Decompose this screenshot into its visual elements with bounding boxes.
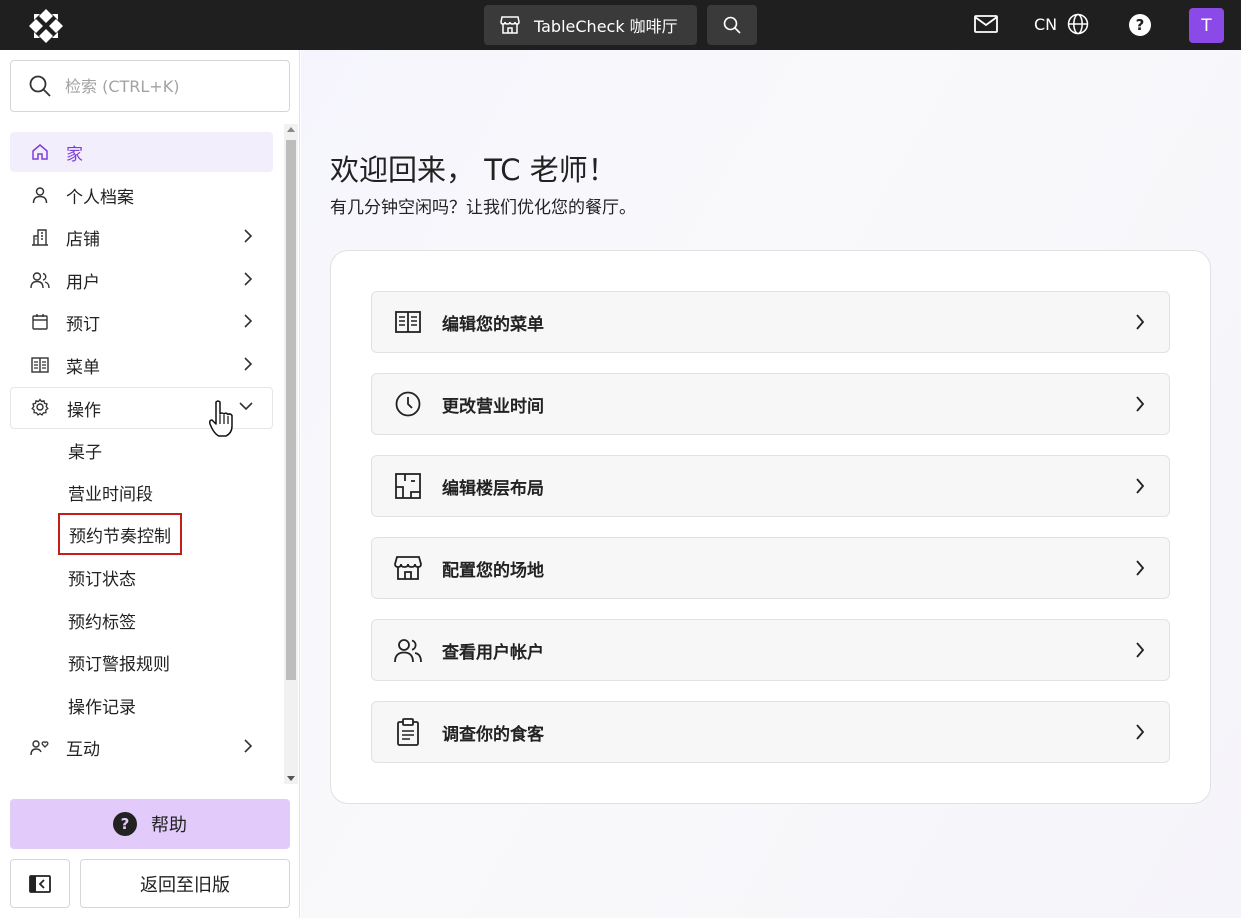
sidebar-item-label: 用户: [66, 272, 100, 293]
scroll-up-arrow-icon[interactable]: [287, 127, 295, 132]
clipboard-icon: [394, 718, 422, 746]
search-icon: [723, 16, 741, 34]
venue-name: TableCheck 咖啡厅: [534, 17, 678, 36]
sidebar-subitem-service-hours[interactable]: 营业时间段: [68, 477, 153, 507]
chevron-right-icon: [1136, 314, 1145, 330]
chevron-right-icon: [244, 739, 253, 753]
clock-icon: [394, 390, 422, 418]
sidebar-item-label: 家: [66, 144, 83, 165]
home-icon: [30, 142, 50, 162]
page-subtitle: 有几分钟空闲吗？让我们优化您的餐厅。: [330, 198, 636, 218]
sidebar-item-users[interactable]: 用户: [10, 260, 273, 300]
sidebar-item-label: 个人档案: [66, 187, 134, 208]
hand-pointer-cursor-icon: [209, 400, 233, 437]
collapse-sidebar-icon: [29, 874, 51, 893]
sidebar-item-engagement[interactable]: 互动: [10, 727, 273, 767]
action-label: 查看用户帐户: [442, 642, 544, 663]
help-icon[interactable]: ?: [1129, 14, 1151, 36]
sidebar-item-menu[interactable]: 菜单: [10, 345, 273, 385]
sidebar-search[interactable]: [10, 60, 290, 112]
tablecheck-logo-icon[interactable]: [28, 8, 64, 44]
storefront-icon: [500, 16, 520, 34]
action-edit-menu[interactable]: 编辑您的菜单: [371, 291, 1170, 353]
action-view-user-accounts[interactable]: 查看用户帐户: [371, 619, 1170, 681]
user-icon: [30, 185, 50, 205]
sidebar-subitem-operation-log[interactable]: 操作记录: [68, 690, 136, 720]
language-code: CN: [1034, 14, 1058, 34]
legacy-version-button[interactable]: 返回至旧版: [80, 859, 290, 908]
help-button-label: 帮助: [151, 815, 187, 836]
users-icon: [394, 636, 422, 664]
scroll-down-arrow-icon[interactable]: [287, 776, 295, 781]
users-icon: [30, 270, 50, 290]
calendar-icon: [30, 312, 50, 332]
action-label: 更改营业时间: [442, 396, 544, 417]
sidebar-nav: 家 个人档案 店铺 用户 预订 菜单 操作 桌子 营业时间段 预约节奏控制 预订…: [0, 130, 282, 780]
action-change-hours[interactable]: 更改营业时间: [371, 373, 1170, 435]
action-configure-venue[interactable]: 配置您的场地: [371, 537, 1170, 599]
chevron-right-icon: [1136, 560, 1145, 576]
globe-icon: [1067, 13, 1089, 35]
chevron-right-icon: [244, 314, 253, 328]
sidebar-subitem-tables[interactable]: 桌子: [68, 435, 102, 465]
chevron-down-icon: [239, 402, 253, 411]
menu-book-icon: [30, 355, 50, 375]
storefront-icon: [394, 554, 422, 582]
action-edit-floor-layout[interactable]: 编辑楼层布局: [371, 455, 1170, 517]
sidebar-item-label: 菜单: [66, 357, 100, 378]
sidebar-item-label: 讯息: [66, 778, 100, 781]
action-survey-diners[interactable]: 调查你的食客: [371, 701, 1170, 763]
chevron-right-icon: [1136, 396, 1145, 412]
sidebar-item-reservations[interactable]: 预订: [10, 302, 273, 342]
sidebar-item-label: 操作: [67, 400, 101, 421]
chevron-right-icon: [244, 229, 253, 243]
floor-plan-icon: [394, 472, 422, 500]
top-bar: TableCheck 咖啡厅 CN ? T: [0, 0, 1241, 50]
search-icon: [29, 75, 51, 97]
mail-icon[interactable]: [974, 14, 998, 34]
venue-selector-button[interactable]: TableCheck 咖啡厅: [484, 5, 697, 45]
sidebar-subitem-reservation-status[interactable]: 预订状态: [68, 562, 136, 592]
chevron-right-icon: [244, 272, 253, 286]
sidebar-subitem-pacing-control[interactable]: 预约节奏控制: [58, 513, 182, 555]
sidebar-item-label: 预订: [66, 314, 100, 335]
scrollbar-thumb[interactable]: [286, 140, 296, 680]
chevron-right-icon: [1136, 642, 1145, 658]
building-icon: [30, 227, 50, 247]
chevron-right-icon: [244, 357, 253, 371]
language-switcher[interactable]: CN: [1034, 13, 1089, 35]
engagement-icon: [30, 737, 50, 757]
gear-icon: [31, 398, 51, 418]
chevron-right-icon: [1136, 724, 1145, 740]
sidebar-item-messages[interactable]: 讯息: [10, 770, 273, 780]
sidebar-item-stores[interactable]: 店铺: [10, 217, 273, 257]
sidebar: 家 个人档案 店铺 用户: [0, 50, 300, 918]
sidebar-subitem-reservation-tags[interactable]: 预约标签: [68, 605, 136, 635]
menu-book-icon: [394, 308, 422, 336]
main-content: 欢迎回来， TC 老师！ 有几分钟空闲吗？让我们优化您的餐厅。 编辑您的菜单 更…: [301, 50, 1241, 918]
sidebar-subitem-alert-rules[interactable]: 预订警报规则: [68, 647, 170, 677]
help-button[interactable]: ? 帮助: [10, 799, 290, 849]
sidebar-scrollbar[interactable]: [284, 124, 298, 784]
action-label: 编辑楼层布局: [442, 478, 544, 499]
action-label: 调查你的食客: [442, 724, 544, 745]
help-icon: ?: [113, 812, 137, 836]
action-label: 编辑您的菜单: [442, 314, 544, 335]
page-title: 欢迎回来， TC 老师！: [330, 153, 617, 187]
sidebar-item-profile[interactable]: 个人档案: [10, 175, 273, 215]
sidebar-item-home[interactable]: 家: [10, 132, 273, 172]
chevron-right-icon: [1136, 478, 1145, 494]
user-avatar[interactable]: T: [1189, 8, 1224, 43]
action-label: 配置您的场地: [442, 560, 544, 581]
quick-actions-card: 编辑您的菜单 更改营业时间 编辑楼层布局 配置您的场地 查看用户帐户 调查你的食…: [330, 250, 1211, 804]
sidebar-item-label: 互动: [66, 739, 100, 760]
sidebar-item-label: 店铺: [66, 229, 100, 250]
sidebar-search-input[interactable]: [65, 76, 265, 96]
collapse-sidebar-button[interactable]: [10, 859, 70, 908]
global-search-button[interactable]: [707, 5, 757, 45]
